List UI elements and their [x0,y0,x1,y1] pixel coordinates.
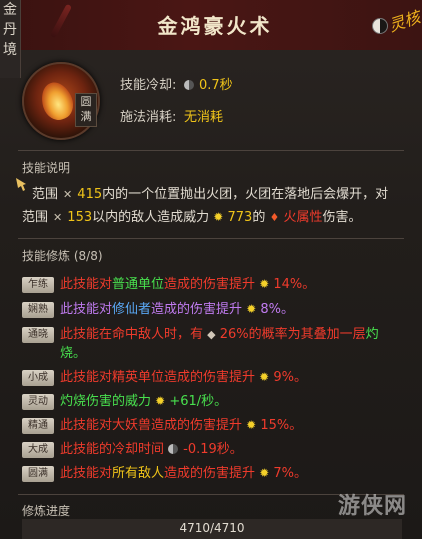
row-text: 此技能的冷却时间 [60,442,165,457]
desc-radius-value: 153 [67,210,93,225]
progress-text: 4710/4710 [179,521,245,535]
desc-text: 的 [252,210,266,225]
stage-tag: 乍练 [22,277,54,293]
cultivation-count: (8/8) [73,249,103,263]
gem-icon: ◆ [207,328,216,341]
row-text: 26%的概率为其叠加一层 [219,327,366,342]
cultivation-row: 通晓 此技能在命中敌人时，有 ◆ 26%的概率为其叠加一层灼 [22,325,414,344]
desc-text: 内的一个位置抛出火团，火团在落地后会爆开，对 [102,187,389,202]
stage-tag: 圆满 [22,466,54,482]
row-text: 此技能在命中敌人时，有 [60,327,204,342]
stage-tag: 精通 [22,418,54,434]
description-line-2: 范围 ✕ 153以内的敌人造成威力 ✹ 773的 ♦ 火属性伤害。 [22,206,412,229]
cultivation-row: 娴熟 此技能对修仙者造成的伤害提升 ✹ 8%。 [22,300,414,319]
cultivation-row: 灵动 灼烧伤害的威力 ✹ +61/秒。 [22,392,414,411]
power-icon: ✹ [246,418,257,432]
desc-range-value: 415 [77,187,103,202]
row-text: 此技能对 [60,466,113,481]
row-text: 灼烧伤害的威力 [60,394,152,409]
row-target: 烧。 [60,346,87,361]
progress-bar: 4710/4710 [22,519,402,539]
cost-label: 施法消耗: [120,110,177,125]
power-icon: ✹ [246,302,257,316]
desc-power-value: 773 [227,210,253,225]
power-icon: ✹ [213,210,224,224]
cooldown-value: 0.7秒 [199,78,233,93]
stage-tag: 通晓 [22,327,54,343]
row-value: 8%。 [260,302,295,317]
clock-icon [168,444,179,454]
progress-heading: 修炼进度 [22,504,71,518]
row-value: 7%。 [273,466,308,481]
realm-char: 丹 [3,22,17,38]
cultivation-heading-wrap: 技能修炼 (8/8) [22,247,103,264]
skill-title: 金鸿豪火术 [157,14,273,38]
desc-range-label: 范围 [32,187,59,202]
realm-tab[interactable]: 金 丹 境 [0,0,21,78]
cooldown-label: 技能冷却: [120,78,177,93]
cultivation-row: 圆满 此技能对所有敌人造成的伤害提升 ✹ 7%。 [22,464,414,483]
range-icon: ✕ [53,211,63,224]
desc-range-label: 范围 [22,210,49,225]
cost-value: 无消耗 [184,110,224,125]
cultivation-heading: 技能修炼 [22,249,71,263]
cooldown-value-wrap: 0.7秒 [184,74,233,93]
watermark: 游侠网 [338,494,408,519]
row-text: 此技能对 [60,277,113,292]
row-text: 造成的伤害提升 [164,277,256,292]
row-text: 此技能对 [60,302,113,317]
row-text: 造成的伤害提升 [164,466,256,481]
divider [18,150,404,151]
power-icon: ✹ [155,394,166,408]
power-icon: ✹ [259,466,270,480]
stage-tag: 大成 [22,442,54,458]
row-target: 灼 [365,327,379,342]
flame-icon [36,78,78,124]
realm-char: 金 [3,2,17,18]
power-icon: ✹ [259,370,270,384]
row-target: 修仙者 [112,302,152,317]
stage-tag: 娴熟 [22,302,54,318]
row-value: 14%。 [273,277,316,292]
description-line-1: 范围 ✕ 415内的一个位置抛出火团，火团在落地后会爆开，对 [22,183,412,206]
range-icon: ✕ [63,188,73,201]
divider [18,238,404,239]
stage-tag: 灵动 [22,394,54,410]
yin-yang-icon [372,18,388,34]
cultivation-row: 乍练 此技能对普通单位造成的伤害提升 ✹ 14%。 [22,275,414,294]
stage-tag: 小成 [22,370,54,386]
desc-text: 以内的敌人造成威力 [92,210,210,225]
power-icon: ✹ [259,277,270,291]
row-text: 此技能对大妖兽造成的伤害提升 [60,418,243,433]
row-value: 15%。 [260,418,303,433]
realm-char: 境 [3,42,17,58]
row-value: -0.19秒。 [183,442,243,457]
clock-icon [184,80,194,90]
desc-element: 火属性 [283,210,323,225]
desc-text: 伤害。 [322,210,362,225]
cultivation-row: 精通 此技能对大妖兽造成的伤害提升 ✹ 15%。 [22,416,414,435]
cultivation-row: 小成 此技能对精英单位造成的伤害提升 ✹ 9%。 [22,368,414,387]
description-heading: 技能说明 [22,161,71,175]
row-target: 普通单位 [112,277,165,292]
row-text: 造成的伤害提升 [151,302,243,317]
cultivation-row: 大成 此技能的冷却时间 -0.19秒。 [22,440,414,459]
row-value: 9%。 [273,370,307,385]
row-value: +61/秒。 [169,394,228,409]
cultivation-row-cont: 烧。 [22,344,414,363]
fire-element-icon: ♦ [269,211,280,224]
tier-badge: 圆满 [75,93,97,127]
row-target: 所有敌人 [112,466,165,481]
row-text: 此技能对精英单位造成的伤害提升 [60,370,256,385]
